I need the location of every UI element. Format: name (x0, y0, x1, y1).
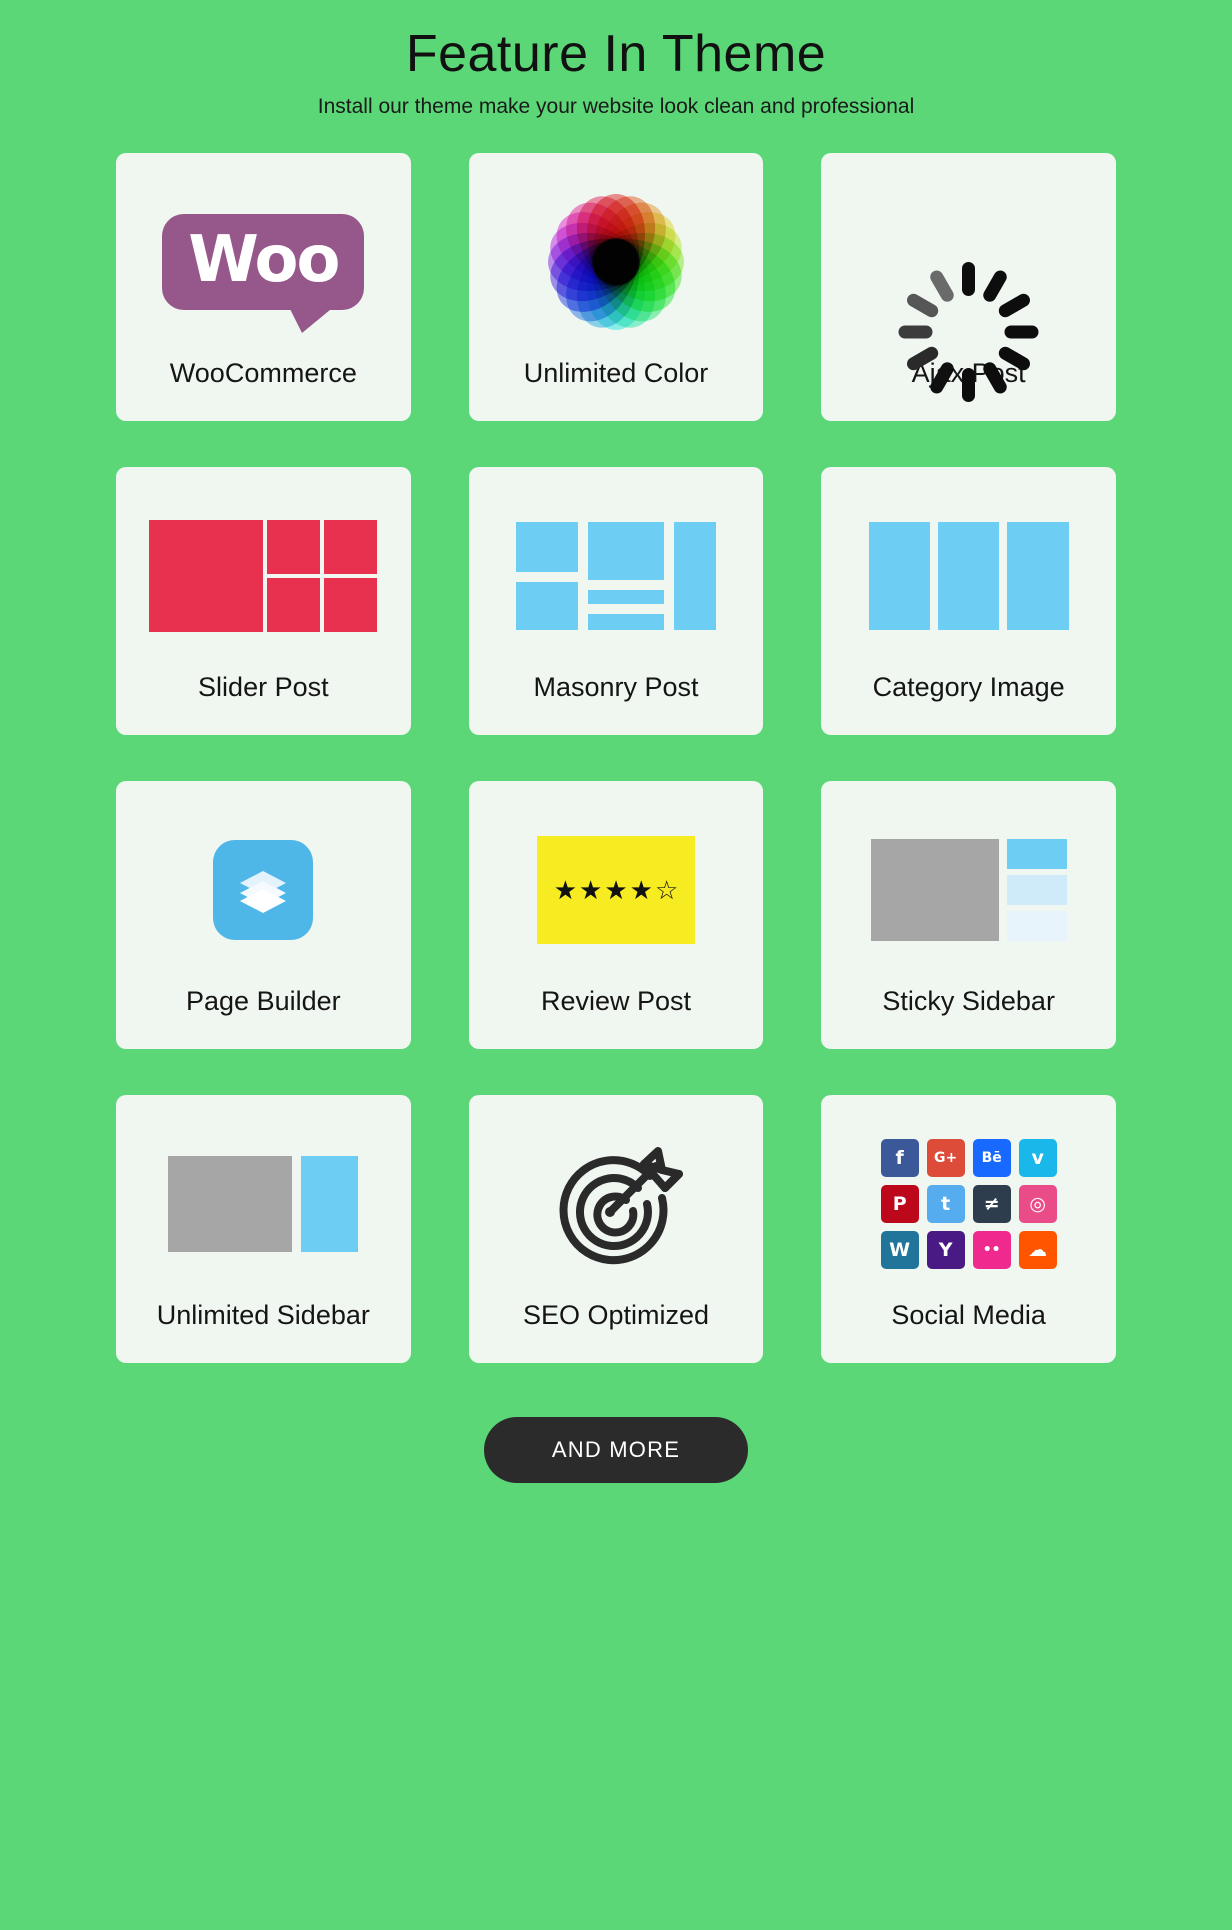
feature-card-social-media[interactable]: f G+ Bē v Pt ≠ ◎ W Y •• ☁ Social Media (821, 1095, 1116, 1364)
google-plus-icon[interactable]: G+ (926, 1138, 965, 1177)
feature-label: Social Media (891, 1299, 1046, 1330)
deviantart-icon[interactable]: ≠ (972, 1184, 1011, 1223)
spinner-spoke (928, 268, 957, 305)
category-column (1007, 521, 1069, 630)
feature-label: Category Image (872, 671, 1065, 702)
masonry-block (587, 613, 664, 630)
color-wheel-icon (479, 167, 754, 357)
feature-label: Sticky Sidebar (882, 985, 1055, 1016)
star-filled: ★ (579, 874, 603, 905)
feature-card-slider-post[interactable]: Slider Post (116, 467, 411, 736)
feature-label: WooCommerce (169, 357, 357, 388)
feature-card-sticky-sidebar[interactable]: Sticky Sidebar (821, 781, 1116, 1050)
category-columns-icon (831, 481, 1106, 671)
feature-card-review-post[interactable]: ★ ★ ★ ★ ☆ Review Post (468, 781, 764, 1050)
woo-logo-text: Woo (188, 222, 340, 297)
category-column (937, 521, 1000, 630)
and-more-button[interactable]: AND MORE (483, 1417, 749, 1484)
spinner-spoke (898, 325, 933, 339)
star-empty: ☆ (654, 874, 679, 905)
wordpress-icon[interactable]: W (880, 1230, 919, 1269)
yahoo-icon[interactable]: Y (926, 1230, 965, 1269)
feature-label: Unlimited Color (523, 357, 709, 388)
feature-section: Feature In Theme Install our theme make … (0, 0, 1232, 1930)
slider-thumb (324, 519, 378, 574)
sidebar-widget (1006, 910, 1067, 941)
feature-label: Page Builder (186, 985, 341, 1016)
content-block (168, 1155, 293, 1252)
feature-card-woocommerce[interactable]: Woo WooCommerce (116, 153, 411, 422)
twitter-icon[interactable]: t (926, 1184, 965, 1223)
speech-bubble-tail (287, 304, 336, 333)
feature-card-unlimited-sidebar[interactable]: Unlimited Sidebar (116, 1095, 411, 1364)
feature-card-masonry-post[interactable]: Masonry Post (468, 467, 764, 736)
feature-card-ajax-post[interactable]: Ajax Post (821, 153, 1116, 422)
star-filled: ★ (629, 874, 653, 905)
page-subtitle: Install our theme make your website look… (317, 95, 915, 119)
loading-spinner-icon (831, 167, 1106, 402)
slider-thumb (267, 519, 321, 574)
masonry-block (587, 521, 664, 580)
masonry-block (515, 521, 578, 572)
cta-container: AND MORE (0, 1417, 1232, 1484)
slider-thumb (267, 577, 321, 632)
feature-label: SEO Optimized (522, 1299, 710, 1330)
spinner-spoke (1004, 325, 1039, 339)
flickr-icon[interactable]: •• (972, 1230, 1011, 1269)
spinner-spoke (962, 367, 976, 402)
feature-grid: Woo WooCommerce Unlimited Color Ajax Pos… (116, 153, 1116, 1364)
star-rating-icon: ★ ★ ★ ★ ☆ (479, 795, 754, 985)
sidebar-block (301, 1155, 359, 1252)
facebook-icon[interactable]: f (880, 1138, 919, 1177)
soundcloud-icon[interactable]: ☁ (1018, 1230, 1057, 1269)
feature-label: Slider Post (198, 671, 329, 702)
masonry-block (673, 521, 716, 630)
masonry-layout-icon (479, 481, 754, 671)
sidebar-widget (1006, 838, 1067, 869)
feature-card-page-builder[interactable]: Page Builder (116, 781, 411, 1050)
feature-card-unlimited-color[interactable]: Unlimited Color (468, 153, 764, 422)
unlimited-sidebar-icon (126, 1109, 401, 1299)
woocommerce-icon: Woo (126, 167, 401, 357)
vimeo-icon[interactable]: v (1018, 1138, 1057, 1177)
feature-card-seo-optimized[interactable]: SEO Optimized (468, 1095, 764, 1364)
page-title: Feature In Theme (405, 25, 827, 83)
slider-thumb (324, 577, 378, 632)
masonry-block (515, 581, 578, 630)
layers-stack-icon (126, 795, 401, 985)
feature-label: Review Post (540, 985, 692, 1016)
pinterest-icon[interactable]: P (880, 1184, 919, 1223)
star-filled: ★ (604, 874, 628, 905)
slider-layout-icon (126, 481, 401, 671)
feature-label: Masonry Post (533, 671, 699, 702)
masonry-block (587, 589, 664, 604)
behance-icon[interactable]: Bē (972, 1138, 1011, 1177)
sidebar-widget (1006, 874, 1067, 905)
page-header: Feature In Theme Install our theme make … (0, 0, 1232, 119)
feature-card-category-image[interactable]: Category Image (821, 467, 1116, 736)
dribbble-icon[interactable]: ◎ (1018, 1184, 1057, 1223)
slider-main-block (149, 519, 264, 632)
star-filled: ★ (553, 874, 578, 905)
category-column (868, 521, 930, 630)
sticky-sidebar-icon (831, 795, 1106, 985)
spinner-spoke (904, 291, 941, 320)
feature-label: Unlimited Sidebar (156, 1299, 370, 1330)
target-arrow-icon (479, 1109, 754, 1299)
spinner-spoke (962, 261, 976, 296)
spinner-spoke (981, 268, 1010, 305)
spinner-spoke (996, 291, 1033, 320)
social-grid-icon: f G+ Bē v Pt ≠ ◎ W Y •• ☁ (831, 1109, 1106, 1299)
content-block (870, 838, 999, 941)
